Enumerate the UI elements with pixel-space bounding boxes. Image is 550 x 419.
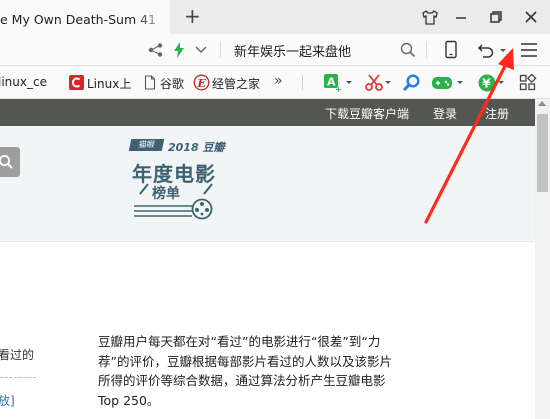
browser-window: e My Own Death-Sum 41-豆 + 新年娱乐一起来盘他 linu… xyxy=(0,0,550,419)
annotation-arrow xyxy=(424,48,514,224)
